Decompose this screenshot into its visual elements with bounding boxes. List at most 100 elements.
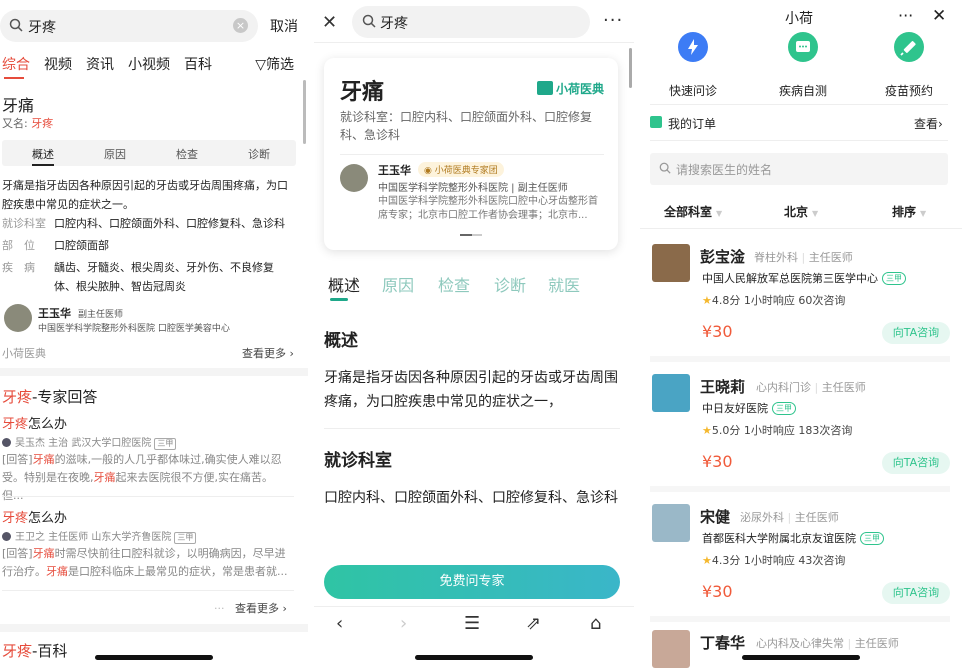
ask-expert-button[interactable]: 免费问专家 [324,565,620,599]
close-icon[interactable]: ✕ [322,12,337,33]
part-value: 口腔颌面部 [54,239,109,252]
doctor-title-text: 主任医师 [854,637,899,650]
disease-title[interactable]: 牙痛 [2,92,34,116]
page-title: 小荷 [785,11,813,27]
caret-down-icon: ▼ [812,209,819,218]
doctor-dept: 脊柱外科 | 主任医师 [754,249,853,265]
disease-card[interactable]: 牙痛 小荷医典 就诊科室：口腔内科、口腔颌面外科、口腔修复科、急诊科 王玉华 ◉… [324,58,618,250]
doctor-stats: ★4.3分 1小时响应 43次咨询 [702,552,845,568]
doctor-card[interactable]: 王晓莉 心内科门诊 | 主任医师 中日友好医院 三甲 ★5.0分 1小时响应 18… [640,360,962,490]
tab-news[interactable]: 资讯 [86,54,114,74]
view-more-label: 查看更多 [242,347,286,360]
subtab-cause[interactable]: 原因 [104,146,126,162]
question-rest: 怎么办 [28,417,68,432]
filter-dept[interactable]: 全部科室 ▼ [664,203,722,220]
disease-title: 牙痛 [340,80,385,105]
tab-diagnosis[interactable]: 诊断 [494,272,526,296]
star-icon: ★ [702,424,712,437]
subtab-overview[interactable]: 概述 [32,146,54,162]
answer-hl: 牙痛 [32,453,55,466]
quick-consult-label[interactable]: 快速问诊 [669,82,717,99]
search-bar[interactable]: 牙疼 [352,6,590,38]
search-bar[interactable]: 牙疼 × [0,10,258,42]
doctor-card[interactable]: 丁春华 心内科及心律失常 | 主任医师 [640,620,962,668]
scrollbar[interactable] [629,48,632,88]
doctor-card[interactable]: 彭宝淦 脊柱外科 | 主任医师 中国人民解放军总医院第三医学中心 三甲 ★4.8分… [640,230,962,360]
tab-video[interactable]: 视频 [44,54,72,74]
close-icon[interactable]: ✕ [932,6,946,26]
separator: | [787,511,792,524]
ask-doctor-button[interactable]: 向TA咨询 [882,322,950,344]
doctor-search-bar[interactable]: 请搜索医生的姓名 [650,153,948,185]
baike-section-title: 牙疼-百科 [2,640,67,661]
ask-doctor-button[interactable]: 向TA咨询 [882,582,950,604]
doctor-avatar[interactable] [340,164,368,192]
star-icon: ★ [702,294,712,307]
section-heading: 就诊科室 [324,451,392,471]
divider [2,590,294,591]
view-orders-link[interactable]: 查看› [914,115,943,132]
filter-button[interactable]: ▽筛选 [255,54,294,74]
subtab-diagnosis[interactable]: 诊断 [248,146,270,162]
home-icon[interactable]: ⌂ [590,613,601,634]
more-icon[interactable]: ··· [898,6,913,25]
filter-sort[interactable]: 排序 ▼ [892,203,926,220]
tab-exam[interactable]: 检查 [438,272,470,296]
grade-badge: 三甲 [882,272,906,285]
disease-subtabs: 概述 原因 检查 诊断 [2,140,296,166]
expert-answer[interactable]: [回答]牙痛时需尽快前往口腔科就诊，以明确病因，尽早进行治疗。牙痛是口腔科临床上… [2,545,294,581]
grade-badge: 三甲 [772,402,796,415]
self-test-label[interactable]: 疾病自测 [779,82,827,99]
grade-badge: 三甲 [860,532,884,545]
doctor-name: 宋健 [700,508,731,526]
doctor-search-input[interactable]: 请搜索医生的姓名 [676,161,772,178]
filter-city[interactable]: 北京 ▼ [784,203,818,220]
expert-question[interactable]: 牙疼怎么办 [2,413,67,432]
scrollbar[interactable] [303,80,306,144]
doctor-name[interactable]: 王玉华 [38,305,71,321]
tab-all[interactable]: 综合 [2,54,30,74]
forward-icon[interactable]: › [400,613,407,634]
expert-meta: 吴玉杰 主治 武汉大学口腔医院 三甲 [2,434,177,450]
consult-count: 60次咨询 [798,294,846,307]
answer-text: 是口腔科临床上最常见的症状，常是患者就... [68,565,288,578]
expert-title-rest: -专家回答 [32,388,98,406]
search-input[interactable]: 牙疼 [380,13,408,33]
tab-visit[interactable]: 就医 [548,272,580,296]
back-icon[interactable]: ‹ [336,613,343,634]
my-orders-label[interactable]: 我的订单 [668,115,716,132]
doctor-name[interactable]: 王玉华 [378,162,411,178]
response-time: 1小时响应 [743,424,795,437]
view-more-link[interactable]: ··· 查看更多 › [214,600,287,616]
filter-city-label: 北京 [784,205,809,219]
cancel-button[interactable]: 取消 [270,16,298,36]
tab-baike[interactable]: 百科 [184,54,212,74]
tab-short-video[interactable]: 小视频 [128,54,170,74]
subtab-exam[interactable]: 检查 [176,146,198,162]
doctor-card[interactable]: 宋健 泌尿外科 | 主任医师 首都医科大学附属北京友谊医院 三甲 ★4.3分 1小… [640,490,962,620]
avatar [2,438,11,447]
page-indicator-active [460,234,472,236]
doctor-avatar[interactable] [4,304,32,332]
syringe-icon[interactable] [894,32,924,62]
answer-hl: 牙痛 [93,471,116,484]
expert-question[interactable]: 牙疼怎么办 [2,507,67,526]
more-icon[interactable]: ··· [603,10,623,31]
ask-doctor-button[interactable]: 向TA咨询 [882,452,950,474]
tab-cause[interactable]: 原因 [382,272,414,296]
bolt-icon[interactable] [678,32,708,62]
consult-count: 43次咨询 [798,554,846,567]
search-input[interactable]: 牙疼 [28,17,56,37]
doctor-dept: 心内科门诊 | 主任医师 [756,379,866,395]
consult-count: 183次咨询 [798,424,853,437]
menu-icon[interactable]: ☰ [464,613,480,634]
vaccine-label[interactable]: 疫苗预约 [885,82,933,99]
chat-icon[interactable] [788,32,818,62]
brand-name: 小荷医典 [555,82,604,96]
response-time: 1小时响应 [743,554,795,567]
clear-icon[interactable]: × [233,18,248,33]
expert-title-hl: 牙疼 [2,388,33,406]
view-more-link[interactable]: 查看更多 › [242,345,294,361]
share-icon[interactable]: ⇗ [526,613,541,634]
tab-overview[interactable]: 概述 [328,272,360,296]
